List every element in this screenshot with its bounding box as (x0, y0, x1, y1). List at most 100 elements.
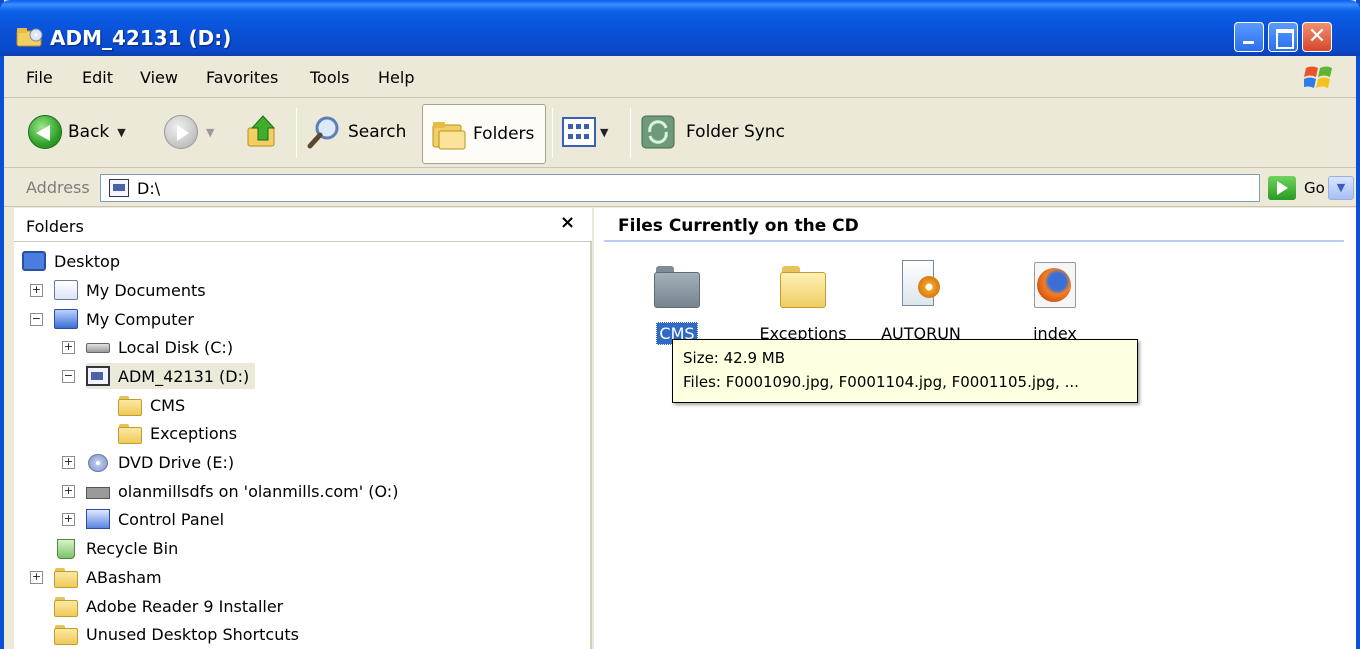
menu-favorites[interactable]: Favorites (206, 68, 278, 87)
file-item-index[interactable]: index (1000, 258, 1110, 348)
firefox-html-icon (1030, 258, 1080, 314)
file-item-autorun[interactable]: AUTORUN (866, 258, 976, 348)
back-dropdown-icon[interactable]: ▼ (117, 126, 125, 139)
dvd-drive-icon (86, 452, 110, 472)
tree-item-network-drive[interactable]: olanmillsdfs on 'olanmills.com' (O:) (86, 478, 398, 504)
folders-pane: Folders × Desktop + My Documents − My Co… (14, 208, 592, 649)
tree-item-unused-shortcuts[interactable]: Unused Desktop Shortcuts (54, 621, 299, 647)
expand-icon[interactable]: + (62, 456, 75, 469)
expand-icon[interactable]: + (30, 571, 43, 584)
tree-item-recycle-bin[interactable]: Recycle Bin (54, 535, 178, 561)
windows-logo-icon (1304, 66, 1332, 88)
expand-icon[interactable]: + (62, 513, 75, 526)
my-documents-icon (54, 280, 78, 300)
folder-icon (118, 423, 142, 444)
tree-item-dvd-drive[interactable]: DVD Drive (E:) (86, 449, 234, 475)
folder-icon (54, 567, 78, 588)
menu-help[interactable]: Help (378, 68, 414, 87)
tree-item-control-panel[interactable]: Control Panel (86, 506, 224, 532)
tree-item-my-computer[interactable]: My Computer (54, 306, 194, 332)
menu-edit[interactable]: Edit (82, 68, 113, 87)
views-button[interactable]: ▼ (562, 112, 608, 152)
views-icon (562, 117, 596, 147)
tree-item-label: Adobe Reader 9 Installer (86, 596, 284, 616)
folder-icon (54, 624, 78, 645)
title-bar[interactable]: ADM_42131 (D:) ✕ (0, 0, 1360, 56)
tree-item-abasham[interactable]: ABasham (54, 564, 162, 590)
tree-item-label: My Documents (86, 280, 206, 300)
control-panel-icon (86, 509, 110, 529)
toolbar-separator (296, 108, 297, 158)
folders-pane-title: Folders (26, 217, 84, 236)
folders-label: Folders (473, 124, 535, 144)
folder-info-tooltip: Size: 42.9 MB Files: F0001090.jpg, F0001… (672, 339, 1138, 403)
collapse-icon[interactable]: − (62, 370, 75, 383)
tree-item-label: Recycle Bin (86, 538, 179, 558)
tree-item-adm-drive[interactable]: ADM_42131 (D:) (86, 363, 256, 389)
desktop-icon (22, 251, 46, 271)
folder-icon (118, 395, 142, 416)
tree-item-exceptions[interactable]: Exceptions (118, 420, 237, 446)
cd-folder-icon (16, 28, 43, 47)
folder-gray-icon (652, 258, 702, 314)
close-button[interactable]: ✕ (1302, 22, 1332, 52)
tooltip-size: Size: 42.9 MB (683, 349, 786, 367)
go-label[interactable]: Go (1304, 179, 1325, 197)
minimize-button[interactable] (1234, 22, 1264, 52)
folders-icon (432, 122, 466, 150)
up-folder-button[interactable] (246, 112, 280, 152)
tree-item-label: Desktop (54, 251, 120, 271)
recycle-bin-icon (54, 538, 78, 559)
my-computer-icon (54, 309, 78, 329)
views-dropdown-icon[interactable]: ▼ (600, 126, 608, 139)
tree-item-label: DVD Drive (E:) (118, 452, 235, 472)
expand-icon[interactable]: + (62, 485, 75, 498)
window-title: ADM_42131 (D:) (50, 26, 232, 50)
autorun-file-icon (896, 258, 946, 314)
forward-dropdown-icon[interactable]: ▼ (206, 126, 214, 139)
tree-item-label: Unused Desktop Shortcuts (86, 624, 299, 644)
tree-item-adobe-reader[interactable]: Adobe Reader 9 Installer (54, 593, 283, 619)
close-icon: ✕ (1307, 24, 1327, 49)
maximize-button[interactable] (1268, 22, 1298, 52)
file-item-exceptions[interactable]: Exceptions (748, 258, 858, 348)
menu-bar: File Edit View Favorites Tools Help (4, 56, 1356, 98)
folders-pane-header: Folders × (14, 208, 592, 242)
search-button[interactable]: Search (306, 112, 406, 152)
cd-drive-icon (86, 366, 110, 386)
folder-sync-button[interactable]: Folder Sync (640, 112, 785, 152)
menu-view[interactable]: View (140, 68, 178, 87)
forward-arrow-icon (164, 115, 198, 149)
forward-button[interactable]: ▼ (164, 112, 214, 152)
back-label: Back (68, 122, 110, 142)
tree-item-label: Exceptions (150, 423, 238, 443)
tree-item-cms[interactable]: CMS (118, 392, 185, 418)
go-arrow-icon[interactable] (1268, 176, 1296, 200)
tree-item-label: My Computer (86, 309, 194, 329)
tree-item-desktop[interactable]: Desktop (22, 248, 120, 274)
address-dropdown-icon[interactable]: ▼ (1328, 176, 1354, 200)
tree-item-label: CMS (150, 395, 186, 415)
tree-item-local-disk[interactable]: Local Disk (C:) (86, 334, 233, 360)
folder-sync-label: Folder Sync (686, 122, 785, 142)
tree-item-label: ADM_42131 (D:) (118, 366, 250, 386)
back-arrow-icon (28, 115, 62, 149)
toolbar-separator (552, 108, 553, 158)
network-drive-icon (86, 481, 110, 501)
file-item-cms[interactable]: CMS (622, 258, 732, 348)
menu-tools[interactable]: Tools (310, 68, 349, 87)
collapse-icon[interactable]: − (30, 313, 43, 326)
tree-item-my-documents[interactable]: My Documents (54, 277, 206, 303)
menu-file[interactable]: File (26, 68, 53, 87)
content-pane: Files Currently on the CD CMS Exceptions… (594, 208, 1356, 649)
address-input[interactable]: D:\ ▼ (100, 174, 1354, 202)
back-button[interactable]: Back ▼ (28, 112, 126, 152)
close-folders-pane-icon[interactable]: × (560, 212, 575, 233)
folders-button[interactable]: Folders (422, 104, 546, 164)
expand-icon[interactable]: + (30, 284, 43, 297)
content-group-title: Files Currently on the CD (604, 214, 1344, 242)
up-folder-icon (247, 115, 276, 147)
folder-icon (778, 258, 828, 314)
expand-icon[interactable]: + (62, 341, 75, 354)
toolbar-separator (630, 108, 631, 158)
